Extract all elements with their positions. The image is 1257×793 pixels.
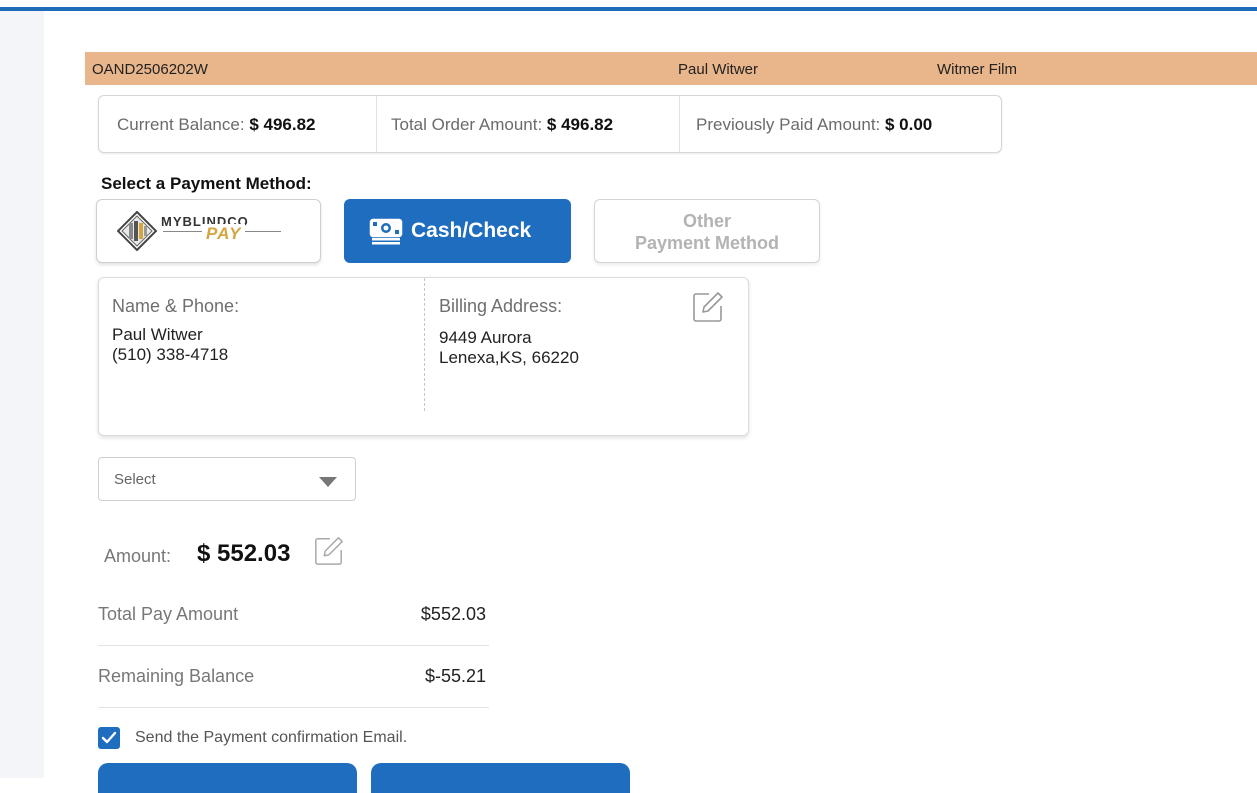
cash-check-button[interactable]: Cash/Check	[344, 199, 571, 263]
myblindco-logo-icon	[117, 211, 157, 251]
balance-divider	[376, 96, 377, 152]
current-balance: Current Balance: $ 496.82	[117, 96, 316, 152]
total-order-amount: Total Order Amount: $ 496.82	[391, 96, 613, 152]
cash-icon	[369, 218, 403, 245]
other-payment-line1: Other	[682, 211, 731, 231]
remaining-balance-label: Remaining Balance	[98, 666, 255, 686]
cash-check-label: Cash/Check	[411, 219, 532, 242]
edit-address-icon[interactable]	[691, 290, 725, 324]
order-id: OAND2506202W	[92, 61, 208, 78]
previously-paid-label: Previously Paid Amount:	[696, 115, 881, 134]
billing-info-card: Name & Phone: Paul Witwer (510) 338-4718…	[98, 277, 749, 436]
name-phone-label: Name & Phone:	[112, 296, 240, 316]
order-header-strip: OAND2506202W Paul Witwer Witmer Film	[85, 52, 1257, 85]
send-confirmation-label: Send the Payment confirmation Email.	[135, 729, 408, 746]
payment-method-title: Select a Payment Method:	[101, 174, 312, 193]
amount-label: Amount:	[104, 546, 172, 566]
edit-amount-icon[interactable]	[313, 535, 345, 567]
balance-divider	[679, 96, 680, 152]
current-balance-label: Current Balance:	[117, 115, 245, 134]
checkmark-icon	[101, 731, 117, 744]
remaining-balance-row: Remaining Balance $-55.21	[98, 659, 489, 708]
current-balance-value: $ 496.82	[249, 115, 316, 134]
remaining-balance-value: $-55.21	[424, 666, 486, 686]
total-pay-amount-label: Total Pay Amount	[98, 604, 239, 624]
billing-address-label: Billing Address:	[439, 296, 563, 316]
payment-type-select[interactable]: Select	[98, 457, 356, 501]
action-button-primary[interactable]	[98, 763, 357, 793]
order-company-name: Witmer Film	[937, 61, 1017, 78]
total-order-value: $ 496.82	[546, 115, 614, 134]
action-button-secondary[interactable]	[371, 763, 630, 793]
chevron-down-icon	[319, 477, 337, 487]
other-payment-method-button[interactable]: Other Payment Method	[594, 199, 820, 263]
top-bar	[0, 0, 1257, 11]
send-confirmation-checkbox[interactable]	[98, 727, 120, 749]
myblindco-pay-text: PAY	[202, 224, 246, 244]
balance-summary-box: Current Balance: $ 496.82 Total Order Am…	[98, 95, 1002, 153]
customer-name: Paul Witwer	[112, 325, 203, 344]
myblindco-pay-button[interactable]: MYBLINDCO PAY	[96, 199, 321, 263]
top-accent-line	[0, 7, 1257, 11]
previously-paid-amount: Previously Paid Amount: $ 0.00	[696, 96, 932, 152]
previously-paid-value: $ 0.00	[885, 115, 933, 134]
address-line1: 9449 Aurora	[439, 328, 532, 347]
other-payment-line2: Payment Method	[634, 233, 780, 253]
total-order-label: Total Order Amount:	[391, 115, 543, 134]
total-pay-amount-value: $552.03	[420, 604, 486, 624]
amount-value: $ 552.03	[197, 540, 291, 567]
select-value: Select	[114, 471, 156, 488]
total-pay-amount-row: Total Pay Amount $552.03	[98, 597, 489, 646]
card-divider	[424, 278, 425, 411]
left-sidebar-rail	[0, 11, 44, 778]
address-line2: Lenexa,KS, 66220	[439, 348, 579, 367]
order-customer-name: Paul Witwer	[678, 61, 759, 78]
customer-phone: (510) 338-4718	[112, 345, 229, 364]
